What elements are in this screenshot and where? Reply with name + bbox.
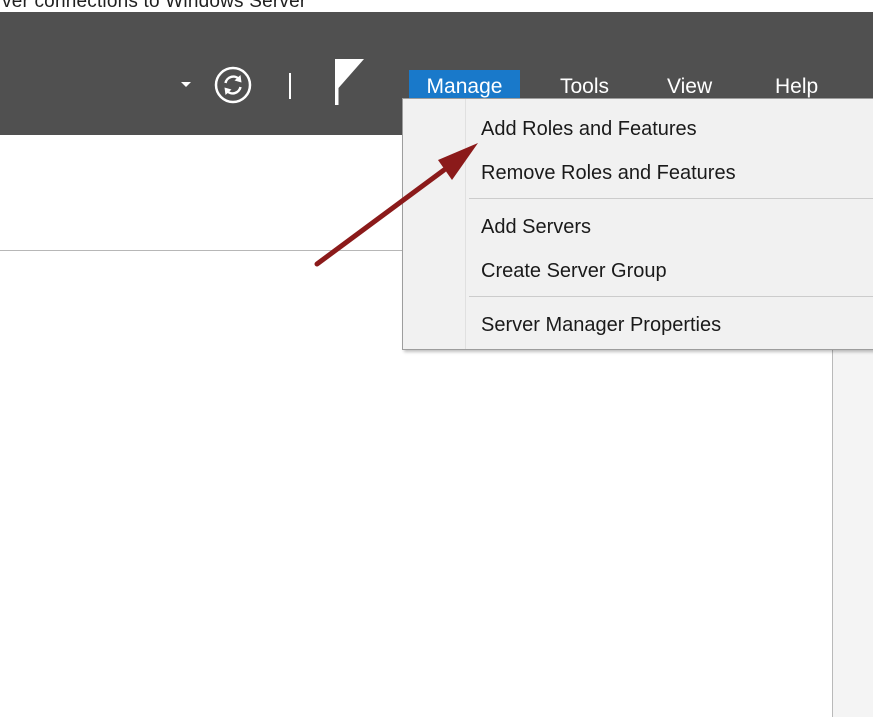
flag-icon[interactable] xyxy=(333,58,365,106)
menu-separator xyxy=(469,198,873,199)
menu-separator xyxy=(469,296,873,297)
manage-dropdown-menu: Add Roles and Features Remove Roles and … xyxy=(402,98,873,350)
refresh-icon[interactable] xyxy=(213,65,253,105)
menu-gutter xyxy=(465,99,466,349)
menu-item-add-roles-and-features[interactable]: Add Roles and Features xyxy=(481,114,697,144)
top-strip-text: ver connections to Windows Server xyxy=(2,0,307,12)
caret-down-icon[interactable] xyxy=(181,82,191,87)
menu-item-create-server-group[interactable]: Create Server Group xyxy=(481,256,667,286)
top-text-strip: ver connections to Windows Server xyxy=(0,0,873,12)
toolbar-separator xyxy=(289,73,291,99)
menu-item-server-manager-properties[interactable]: Server Manager Properties xyxy=(481,310,721,340)
menu-item-remove-roles-and-features[interactable]: Remove Roles and Features xyxy=(481,158,736,188)
menu-item-add-servers[interactable]: Add Servers xyxy=(481,212,591,242)
